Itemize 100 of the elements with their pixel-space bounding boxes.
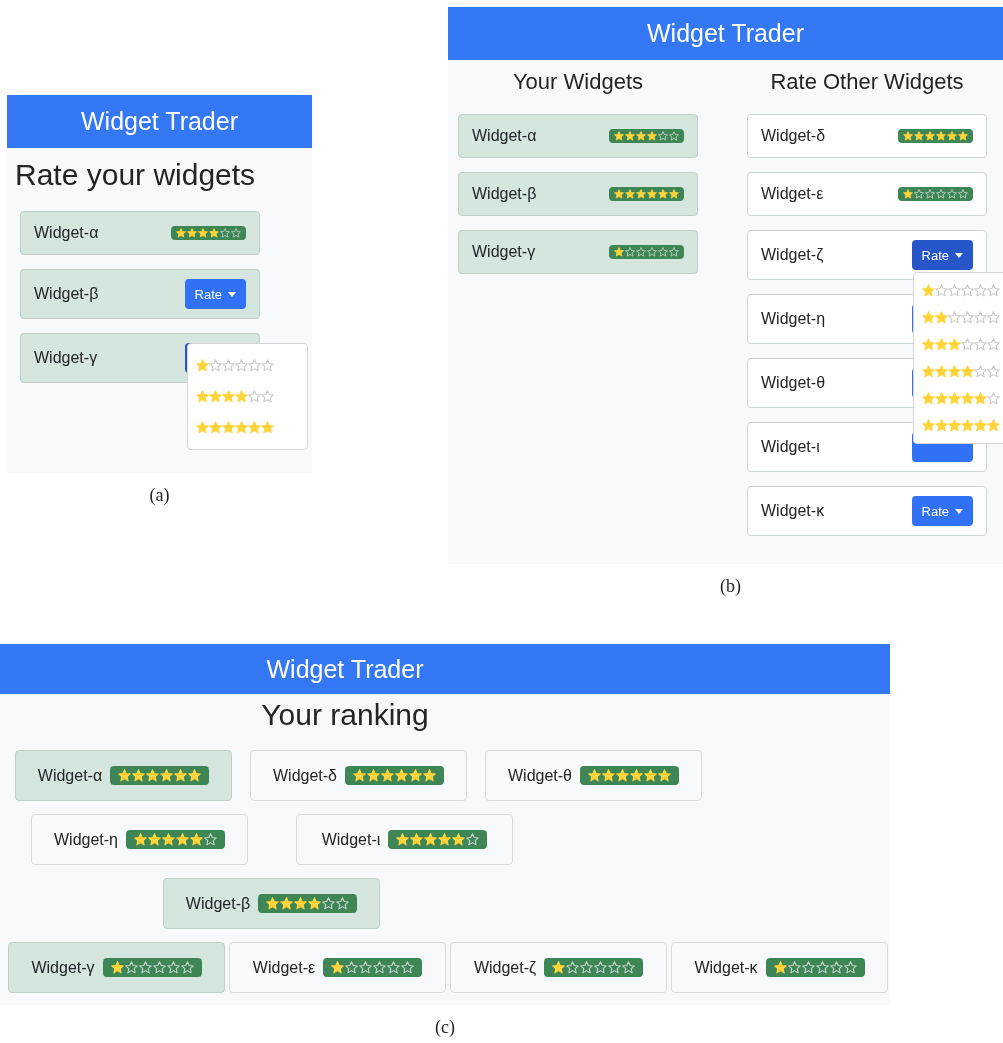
star-icon — [974, 365, 987, 378]
star-icon — [614, 247, 624, 257]
star-icon — [209, 390, 222, 403]
star-icon — [204, 833, 217, 846]
star-icon — [336, 897, 350, 910]
star-icon — [602, 769, 615, 782]
star-icon — [110, 961, 124, 974]
star-icon — [580, 961, 594, 974]
star-icon — [974, 419, 987, 432]
star-icon — [367, 769, 380, 782]
star-icon — [176, 833, 189, 846]
app-title: Widget Trader — [266, 654, 424, 684]
star-icon — [903, 131, 913, 141]
rate-dropdown-button[interactable]: Rate — [184, 279, 246, 309]
widget-name: Widget-ε — [761, 185, 824, 203]
star-icon — [903, 189, 913, 199]
widget-name: Widget-ζ — [473, 958, 537, 977]
widget-name: Widget-δ — [273, 766, 337, 785]
star-icon — [658, 247, 668, 257]
widget-name: Widget-α — [472, 127, 537, 145]
star-icon — [132, 769, 146, 782]
widget-name: Widget-δ — [761, 127, 826, 145]
star-icon — [248, 359, 261, 372]
star-icon — [410, 833, 424, 846]
star-icon — [196, 421, 209, 434]
star-icon — [231, 228, 241, 238]
star-icon — [935, 365, 948, 378]
star-icon — [235, 421, 248, 434]
star-icon — [987, 284, 1000, 297]
star-icon — [669, 131, 679, 141]
star-icon — [958, 189, 968, 199]
star-icon — [308, 897, 322, 910]
star-icon — [636, 131, 646, 141]
star-icon — [936, 189, 946, 199]
column-heading: Your Widgets — [511, 68, 644, 96]
caret-icon — [955, 508, 963, 514]
star-icon — [331, 961, 345, 974]
star-icon — [124, 961, 138, 974]
star-icon — [280, 897, 294, 910]
star-icon — [566, 961, 580, 974]
star-icon — [961, 338, 974, 351]
star-icon — [625, 189, 635, 199]
star-icon — [948, 311, 961, 324]
star-icon — [373, 961, 387, 974]
star-icon — [958, 131, 968, 141]
widget-name: Widget-β — [34, 285, 99, 303]
star-icon — [974, 338, 987, 351]
star-icon — [209, 228, 219, 238]
star-icon — [187, 228, 197, 238]
star-icon — [423, 769, 436, 782]
star-icon — [176, 228, 186, 238]
star-icon — [987, 338, 1000, 351]
star-icon — [588, 769, 601, 782]
star-icon — [922, 338, 935, 351]
star-icon — [925, 131, 935, 141]
star-icon — [616, 769, 629, 782]
star-icon — [248, 421, 261, 434]
star-icon — [647, 131, 657, 141]
star-icon — [625, 247, 635, 257]
star-icon — [647, 189, 657, 199]
star-icon — [974, 392, 987, 405]
star-icon — [188, 769, 202, 782]
star-icon — [658, 189, 668, 199]
widget-name: Widget-γ — [34, 349, 98, 367]
widget-name: Widget-α — [34, 224, 99, 242]
star-icon — [222, 421, 235, 434]
star-icon — [630, 769, 643, 782]
caret-icon — [228, 291, 236, 297]
star-icon — [773, 961, 787, 974]
star-icon — [294, 897, 308, 910]
page-title: Your ranking — [260, 698, 430, 732]
star-icon — [381, 769, 394, 782]
star-icon — [935, 284, 948, 297]
rate-dropdown-button[interactable]: Rate — [911, 496, 973, 526]
star-icon — [914, 189, 924, 199]
star-icon — [261, 390, 274, 403]
star-icon — [614, 131, 624, 141]
star-icon — [235, 359, 248, 372]
star-icon — [947, 131, 957, 141]
star-icon — [947, 189, 957, 199]
widget-name: Widget-ι — [321, 830, 381, 849]
star-icon — [261, 421, 274, 434]
star-icon — [235, 390, 248, 403]
widget-name: Widget-ε — [252, 958, 316, 977]
star-icon — [961, 311, 974, 324]
star-icon — [387, 961, 401, 974]
star-icon — [424, 833, 438, 846]
widget-name: Widget-ι — [761, 438, 820, 456]
figure-caption: (b) — [719, 576, 742, 596]
rate-dropdown-button[interactable]: Rate — [911, 240, 973, 270]
star-icon — [647, 247, 657, 257]
star-icon — [948, 365, 961, 378]
star-icon — [801, 961, 815, 974]
star-icon — [220, 228, 230, 238]
star-icon — [669, 247, 679, 257]
widget-name: Widget-θ — [761, 374, 826, 392]
star-icon — [594, 961, 608, 974]
star-icon — [948, 338, 961, 351]
star-icon — [922, 311, 935, 324]
star-icon — [162, 833, 175, 846]
